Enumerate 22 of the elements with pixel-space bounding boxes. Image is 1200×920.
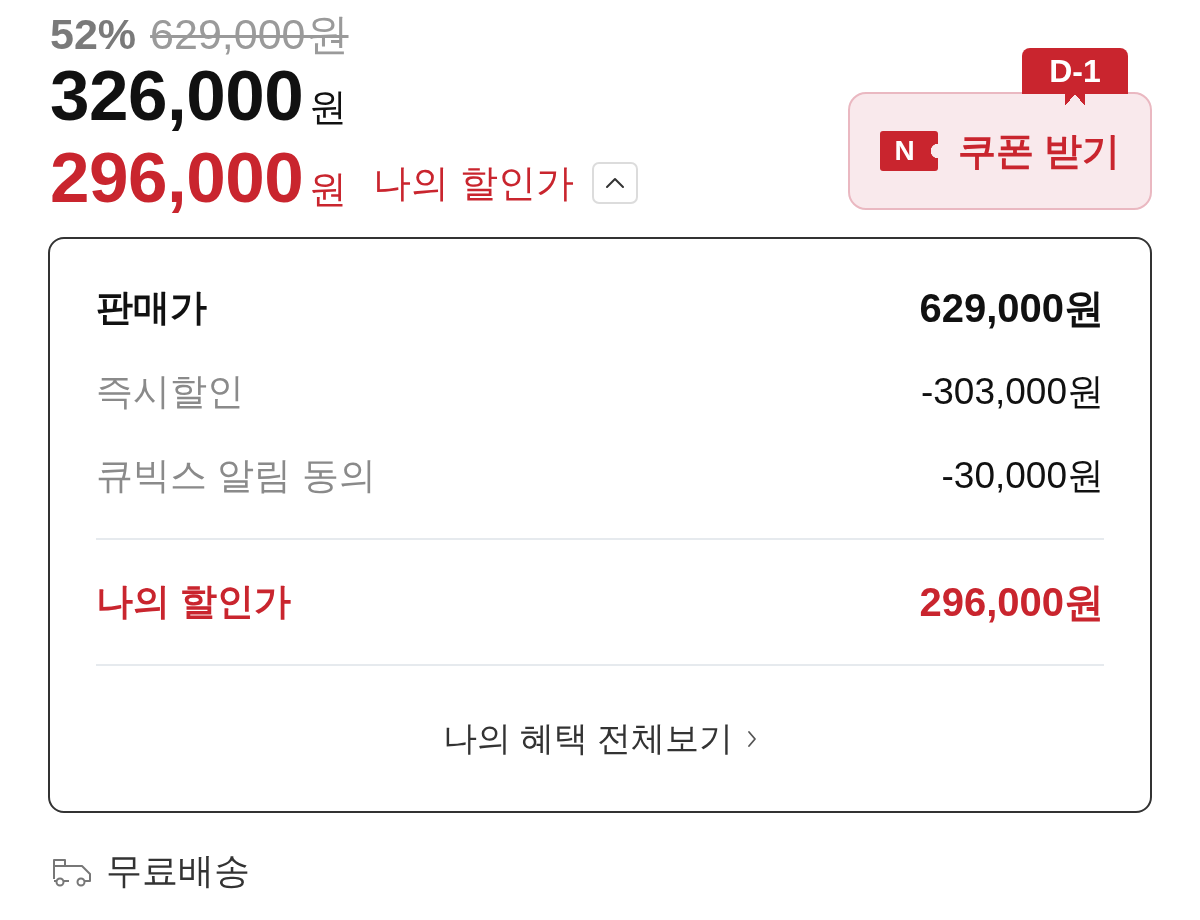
discount-row-label: 큐빅스 알림 동의	[96, 454, 376, 498]
coupon-button[interactable]: N 쿠폰 받기	[848, 92, 1152, 210]
coupon-ticket-icon: N	[879, 131, 938, 171]
view-all-benefits-link[interactable]: 나의 혜택 전체보기	[442, 715, 758, 762]
free-shipping-label: 무료배송	[106, 849, 250, 893]
original-price: 629,000원	[150, 12, 349, 56]
chevron-right-icon	[747, 729, 758, 748]
discount-row-value: -30,000원	[941, 454, 1104, 498]
discount-row-label: 즉시할인	[96, 370, 244, 414]
sale-price: 326,000 원	[50, 58, 348, 137]
collapse-toggle-button[interactable]	[591, 162, 638, 204]
total-row-value: 296,000원	[919, 578, 1104, 626]
price-row-label: 판매가	[96, 286, 207, 330]
total-row-label: 나의 할인가	[96, 580, 292, 624]
truck-icon	[52, 856, 92, 887]
my-discount-price: 296,000 원	[50, 140, 348, 219]
discount-rate: 52%	[50, 12, 137, 56]
discount-row-value: -303,000원	[920, 370, 1104, 414]
price-row-value: 629,000원	[919, 284, 1104, 332]
chevron-icon	[604, 177, 625, 189]
d-day-badge: D-1	[1022, 48, 1128, 106]
my-discount-label: 나의 할인가	[373, 161, 574, 205]
